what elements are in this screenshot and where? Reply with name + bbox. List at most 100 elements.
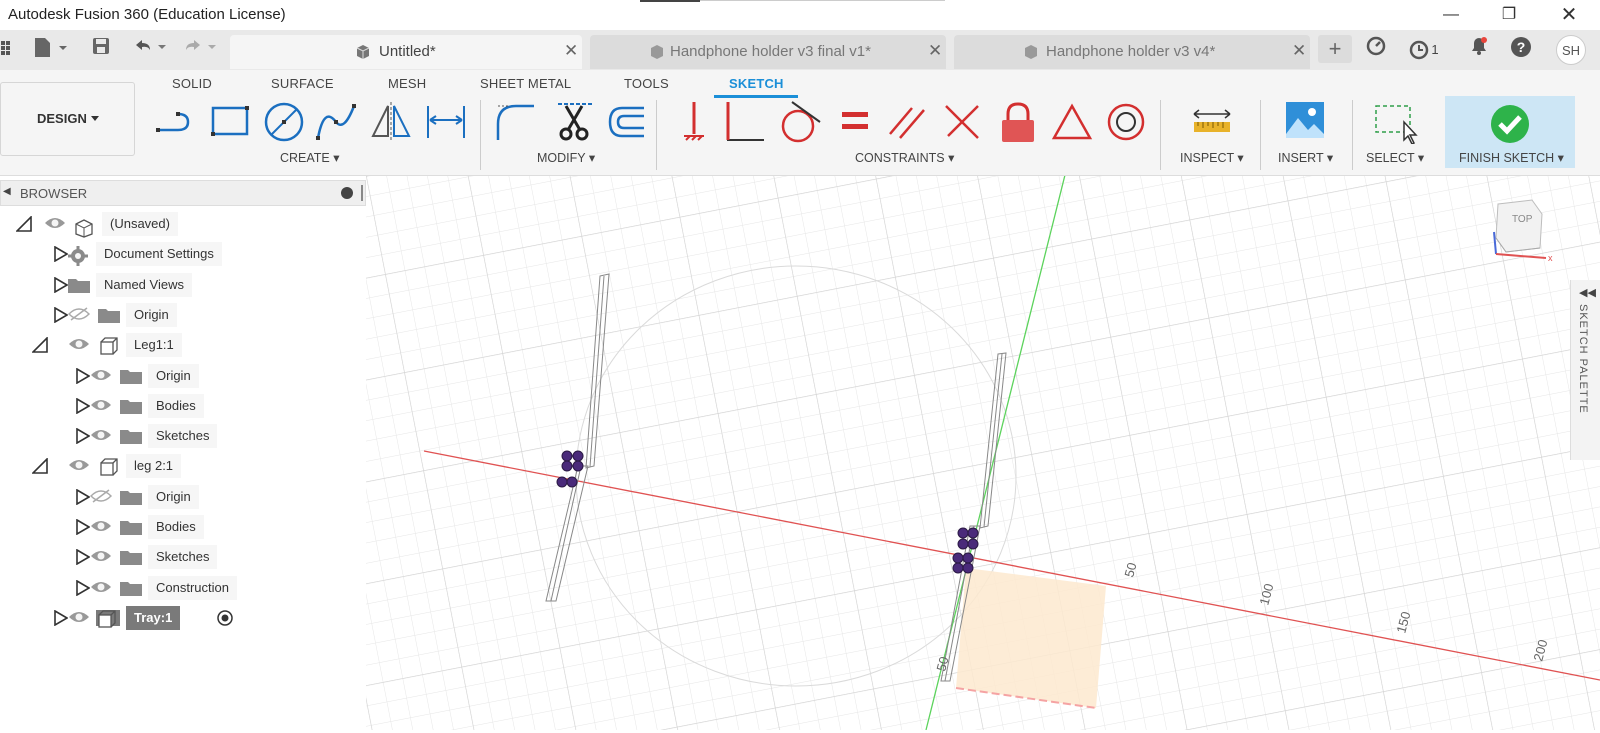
notifications-bell-icon[interactable] [1466,36,1492,64]
undo-icon[interactable] [130,36,170,64]
insert-menu[interactable]: INSERT ▾ [1278,150,1333,165]
visibility-eye-icon[interactable] [68,457,90,475]
visibility-hidden-icon[interactable] [89,488,113,506]
visibility-eye-icon[interactable] [90,548,112,566]
circle-tool-icon[interactable] [262,100,304,144]
tree-row-origin[interactable]: Origin [0,302,366,327]
expand-triangle-icon[interactable] [76,488,91,508]
expand-triangle-icon[interactable] [76,548,91,568]
mirror-tool-icon[interactable] [369,100,411,144]
finish-sketch-button[interactable]: FINISH SKETCH ▾ [1445,96,1575,168]
tree-row-named-views[interactable]: Named Views [0,272,366,297]
tab-untitled[interactable]: Untitled* ✕ [230,35,582,69]
insert-image-icon[interactable] [1284,100,1324,144]
visibility-eye-icon[interactable] [68,336,90,354]
inspect-menu[interactable]: INSPECT ▾ [1180,150,1244,165]
perpendicular-constraint-icon[interactable] [724,100,764,144]
activate-radio-icon[interactable] [216,609,234,630]
visibility-eye-icon[interactable] [68,609,90,627]
redo-icon[interactable] [180,36,220,64]
modify-menu[interactable]: MODIFY ▾ [537,150,595,165]
expand-triangle-icon[interactable] [54,276,69,296]
job-status-icon[interactable]: 1 [1404,36,1444,64]
pin-panel-icon[interactable] [361,185,363,201]
online-status-icon[interactable] [1362,36,1390,64]
help-icon[interactable]: ? [1508,36,1534,64]
fillet-tool-icon[interactable] [494,100,534,144]
select-menu[interactable]: SELECT ▾ [1366,150,1424,165]
visibility-eye-icon[interactable] [90,397,112,415]
minimize-panel-icon[interactable] [341,187,353,199]
expand-triangle-icon[interactable] [54,609,69,629]
constraints-menu[interactable]: CONSTRAINTS ▾ [855,150,954,165]
spline-tool-icon[interactable] [314,100,356,144]
collapse-triangle-icon[interactable] [31,336,48,356]
expand-triangle-icon[interactable] [54,245,69,265]
tab-surface[interactable]: SURFACE [271,76,334,91]
design-workspace-button[interactable]: DESIGN [0,82,135,156]
tab-close-icon[interactable]: ✕ [564,41,578,61]
expand-triangle-icon[interactable] [54,306,69,326]
tab-handphone-holder-v3-v4[interactable]: Handphone holder v3 v4* ✕ [954,35,1310,69]
tree-row-sketches[interactable]: Sketches [0,424,366,449]
tab-sheet-metal[interactable]: SHEET METAL [480,76,571,91]
apps-grid-icon[interactable] [0,36,16,64]
3d-viewport[interactable]: 50 100 150 200 50 TOP x ◀◀ SKETCH PALETT… [366,170,1600,731]
visibility-eye-icon[interactable] [90,518,112,536]
tab-close-icon[interactable]: ✕ [928,41,942,61]
expand-palette-icon[interactable]: ◀◀ [1579,286,1596,299]
save-icon[interactable] [88,36,114,64]
expand-triangle-icon[interactable] [76,579,91,599]
tab-handphone-holder-v3-final[interactable]: Handphone holder v3 final v1* ✕ [590,35,946,69]
line-tool-icon[interactable] [154,100,194,144]
trim-scissors-icon[interactable] [552,100,592,144]
expand-triangle-icon[interactable] [76,367,91,387]
tab-solid[interactable]: SOLID [172,76,212,91]
collinear-constraint-icon[interactable] [940,100,980,144]
visibility-eye-icon[interactable] [44,215,66,233]
offset-tool-icon[interactable] [604,100,644,144]
measure-ruler-icon[interactable] [1190,100,1231,144]
tree-row-tray-1[interactable]: Tray:1 [0,605,366,630]
window-select-icon[interactable] [1374,100,1418,146]
restore-icon[interactable]: ❐ [1486,0,1532,30]
collapse-browser-icon[interactable]: ◀ [3,186,11,197]
tab-tools[interactable]: TOOLS [624,76,669,91]
rectangle-tool-icon[interactable] [209,100,249,144]
tree-row-sketches[interactable]: Sketches [0,545,366,570]
tree-row-origin[interactable]: Origin [0,484,366,509]
tree-row-leg-2-1[interactable]: leg 2:1 [0,454,366,479]
new-tab-icon[interactable]: + [1318,35,1352,63]
symmetry-triangle-icon[interactable] [1050,100,1093,144]
create-menu[interactable]: CREATE ▾ [280,150,340,165]
tree-row-document-settings[interactable]: Document Settings [0,242,366,267]
sketch-palette-panel[interactable]: ◀◀ SKETCH PALETTE [1570,280,1600,460]
tangent-constraint-icon[interactable] [778,100,821,144]
dimension-tool-icon[interactable] [424,100,465,144]
tab-sketch[interactable]: SKETCH [729,76,784,91]
file-menu-icon[interactable] [30,36,72,64]
collapse-triangle-icon[interactable] [31,457,48,477]
parallel-constraint-icon[interactable] [886,100,926,144]
tree-row-unsaved[interactable]: (Unsaved) [0,212,366,238]
expand-triangle-icon[interactable] [76,427,91,447]
expand-triangle-icon[interactable] [76,397,91,417]
minimize-icon[interactable]: — [1428,0,1474,30]
visibility-eye-icon[interactable] [90,579,112,597]
tree-row-construction[interactable]: Construction [0,575,366,600]
tree-row-bodies[interactable]: Bodies [0,393,366,418]
close-icon[interactable]: ✕ [1546,0,1592,30]
tree-row-bodies[interactable]: Bodies [0,515,366,539]
tab-close-icon[interactable]: ✕ [1292,41,1306,61]
concentric-constraint-icon[interactable] [1104,100,1145,144]
equal-constraint-icon[interactable] [834,100,874,144]
collapse-triangle-icon[interactable] [15,215,32,235]
coincident-constraint-icon[interactable] [674,100,714,144]
tab-mesh[interactable]: MESH [388,76,426,91]
visibility-eye-icon[interactable] [90,367,112,385]
expand-triangle-icon[interactable] [76,518,91,538]
tree-row-origin[interactable]: Origin [0,363,366,388]
visibility-eye-icon[interactable] [90,427,112,445]
tree-row-leg1-1[interactable]: Leg1:1 [0,333,366,358]
user-avatar[interactable]: SH [1556,35,1586,65]
